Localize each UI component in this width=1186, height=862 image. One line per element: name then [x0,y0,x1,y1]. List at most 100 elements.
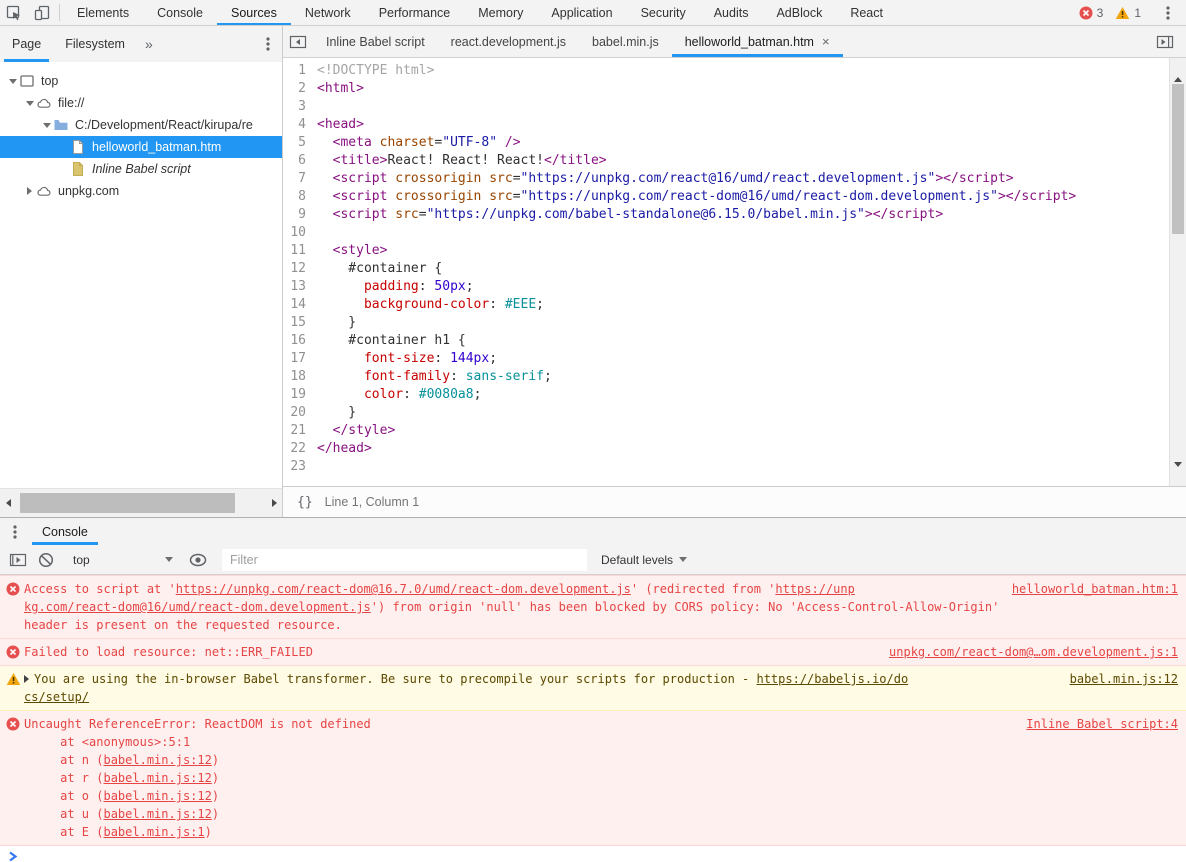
console-link[interactable]: kg.com/react-dom@16/umd/react-dom.develo… [24,600,371,614]
tree-item-c-development-react-kirupa-re[interactable]: C:/Development/React/kirupa/re [0,114,282,136]
console-link[interactable]: https://babeljs.io/do [756,672,908,686]
folder-icon [53,117,69,133]
log-levels-selector[interactable]: Default levels [601,553,688,567]
console-link[interactable]: babel.min.js:12 [103,753,211,767]
editor-tab-helloworld-batman-htm[interactable]: helloworld_batman.htm × [671,26,843,57]
show-debugger-icon[interactable] [1150,26,1180,57]
context-selector[interactable]: top [73,553,177,567]
expanded-arrow-icon[interactable] [23,100,36,106]
console-text: at r ( [24,771,104,785]
console-message-line: at <anonymous>:5:1 [24,733,1178,751]
code-text: </head> [317,441,372,456]
code-line: 5 <meta charset="UTF-8" /> [283,134,1186,152]
tab-adblock[interactable]: AdBlock [762,0,836,25]
console-source-link[interactable]: helloworld_batman.htm:1 [1012,580,1178,598]
chevron-down-icon [165,557,173,562]
tree-item-inline-babel-script[interactable]: Inline Babel script [0,158,282,180]
sidebar-tab-filesystem[interactable]: Filesystem [53,26,137,62]
tab-sources[interactable]: Sources [216,0,291,25]
scrollbar-track[interactable] [16,489,266,517]
sidebar-tab-page[interactable]: Page [0,26,53,62]
console-text: ) [211,753,220,767]
live-expression-eye-icon[interactable] [184,553,212,567]
editor-tab-babel-min-js[interactable]: babel.min.js [579,26,672,57]
expanded-arrow-icon[interactable] [40,122,53,128]
tab-security[interactable]: Security [627,0,700,25]
console-link[interactable]: cs/setup/ [24,690,89,704]
kebab-menu-icon[interactable] [1154,5,1182,21]
more-tabs-button[interactable]: » [137,26,161,62]
console-source-link[interactable]: babel.min.js:12 [1070,670,1178,688]
tree-item-helloworld-batman-htm[interactable]: helloworld_batman.htm [0,136,282,158]
drawer-menu-icon[interactable] [0,518,30,545]
cloud-icon [36,95,52,111]
console-link[interactable]: babel.min.js:12 [103,789,211,803]
tab-console-drawer[interactable]: Console [30,518,100,545]
scroll-down-arrow[interactable] [1174,462,1182,481]
clear-console-icon[interactable] [32,552,60,568]
console-text: ) [211,771,220,785]
scrollbar-thumb[interactable] [20,493,235,513]
console-link[interactable]: https://unp [775,582,854,596]
inspect-icon[interactable] [0,0,28,25]
tree-item-unpkg-com[interactable]: unpkg.com [0,180,282,202]
scroll-right-arrow[interactable] [266,499,282,507]
console-source-link[interactable]: unpkg.com/react-dom@…om.development.js:1 [889,643,1178,661]
tab-network[interactable]: Network [291,0,365,25]
code-text: </style> [332,423,396,438]
close-icon[interactable]: × [822,35,830,48]
editor-tabbar: Inline Babel script react.development.js b… [283,26,1186,58]
console-source-link[interactable]: Inline Babel script:4 [1026,715,1178,733]
tab-label: Performance [378,5,451,20]
tab-application[interactable]: Application [537,0,626,25]
scroll-up-arrow[interactable] [1174,63,1182,82]
tab-memory[interactable]: Memory [464,0,537,25]
code-text: <meta charset="UTF-8" /> [332,135,521,150]
tree-item-top[interactable]: top [0,70,282,92]
console-link[interactable]: babel.min.js:12 [103,807,211,821]
expanded-arrow-icon[interactable] [6,78,19,84]
editor-tab-label: Inline Babel script [326,34,425,49]
tab-react[interactable]: React [836,0,897,25]
context-value: top [73,552,90,567]
pretty-print-button[interactable]: {} [297,495,313,510]
device-toolbar-icon[interactable] [28,0,56,25]
hide-navigator-icon[interactable] [283,26,313,57]
line-number: 22 [290,441,306,456]
horizontal-scrollbar[interactable] [0,488,282,517]
file-icon [70,139,86,155]
warning-count-badge[interactable]: 1 [1109,6,1147,20]
console-prompt[interactable] [0,846,1186,862]
code-line: 21 </style> [283,422,1186,440]
console-link[interactable]: babel.min.js:1 [103,825,204,839]
tab-performance[interactable]: Performance [365,0,465,25]
tree-item-file[interactable]: file:// [0,92,282,114]
console-link[interactable]: babel.min.js:12 [103,771,211,785]
collapsed-arrow-icon[interactable] [23,187,36,195]
error-count-badge[interactable]: 3 [1073,6,1110,20]
tree-item-label: Inline Babel script [92,162,191,176]
editor-tab-react-development-js[interactable]: react.development.js [438,26,579,57]
vertical-scrollbar[interactable] [1169,58,1186,486]
scroll-left-arrow[interactable] [0,499,16,507]
navigator-menu-icon[interactable] [254,26,282,62]
panel-tabs: Elements Console Sources Network Performance… [63,0,897,25]
tab-label: Security [640,5,686,20]
tab-audits[interactable]: Audits [700,0,763,25]
console-messages: Access to script at 'https://unpkg.com/r… [0,575,1186,862]
divider [59,4,60,21]
source-editor: Inline Babel script react.development.js b… [283,26,1186,517]
tab-elements[interactable]: Elements [63,0,143,25]
console-toolbar: top Default levels [0,545,1186,575]
code-editor[interactable]: 1 <!DOCTYPE html> 2 <html> 3 4 <head> 5 <meta c… [283,58,1186,486]
console-message-line: at o (babel.min.js:12) [24,787,1178,805]
scrollbar-thumb[interactable] [1172,84,1184,234]
expand-arrow-icon[interactable] [24,675,29,683]
console-filter-input[interactable] [222,548,587,571]
console-sidebar-icon[interactable] [4,552,32,568]
editor-tab-label: helloworld_batman.htm [684,34,814,49]
editor-tab-inline-babel-script[interactable]: Inline Babel script [313,26,438,57]
tab-console[interactable]: Console [143,0,217,25]
console-link[interactable]: https://unpkg.com/react-dom@16.7.0/umd/r… [176,582,631,596]
